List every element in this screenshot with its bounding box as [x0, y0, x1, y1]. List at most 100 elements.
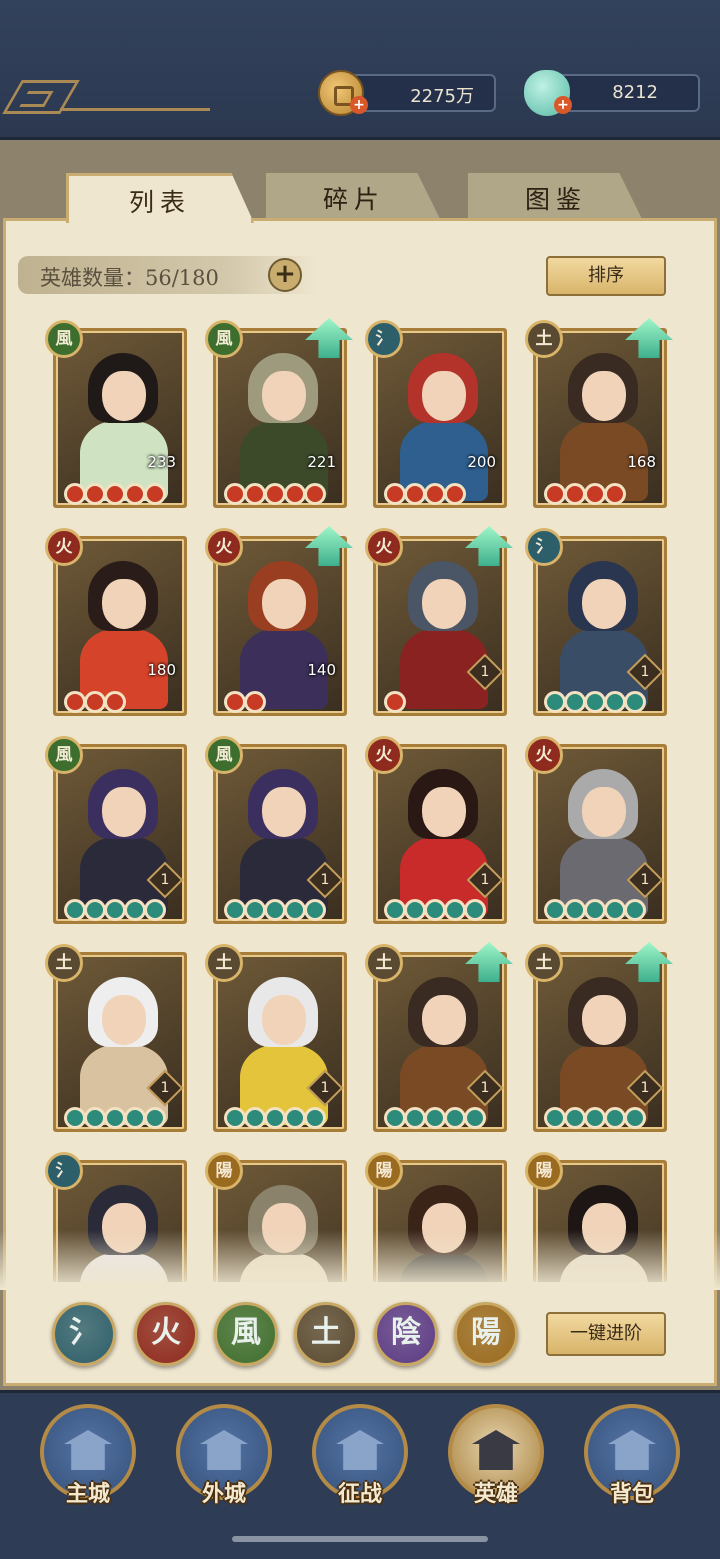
star-icon — [384, 483, 406, 505]
star-icon — [304, 899, 326, 921]
sort-button[interactable]: 排序 — [546, 256, 666, 296]
star-icon — [64, 691, 86, 713]
star-icon — [124, 483, 146, 505]
star-icon — [84, 691, 106, 713]
hero-grid[interactable]: 233 風 221 風 200 氵 168 土 180 火 140 火 1 火 1 氵 1 風 1 風 1 火 1 火 1 土 1 土… — [40, 316, 680, 1282]
hero-level: 1 — [480, 1080, 490, 1096]
star-icon — [544, 691, 566, 713]
nav-label: 英雄 — [473, 1481, 518, 1507]
star-icon — [384, 1107, 406, 1129]
star-icon — [244, 483, 266, 505]
filter-water-button[interactable]: 氵 — [52, 1302, 116, 1366]
star-icon — [264, 1107, 286, 1129]
hero-level: 233 — [147, 453, 176, 471]
fire-element-icon: 火 — [525, 736, 563, 774]
hero-star-rating — [544, 1107, 646, 1129]
hero-star-rating — [64, 483, 166, 505]
home-indicator — [232, 1536, 488, 1542]
earth-element-icon: 土 — [45, 944, 83, 982]
fire-element-icon: 火 — [45, 528, 83, 566]
hero-star-rating — [64, 691, 126, 713]
star-icon — [424, 899, 446, 921]
top-bar: 2275万 + 8212 + — [0, 0, 720, 140]
star-icon — [624, 899, 646, 921]
wind-element-icon: 風 — [45, 736, 83, 774]
filter-earth-button[interactable]: 土 — [294, 1302, 358, 1366]
yang-element-icon: 陽 — [205, 1152, 243, 1190]
hero-level: 140 — [307, 661, 336, 679]
star-icon — [604, 1107, 626, 1129]
advance-all-button[interactable]: 一键进阶 — [546, 1312, 666, 1356]
expand-hero-slots-button[interactable]: + — [268, 258, 302, 292]
star-icon — [584, 1107, 606, 1129]
star-icon — [424, 1107, 446, 1129]
star-icon — [584, 691, 606, 713]
nav-2-icon — [336, 1430, 384, 1470]
nav-label: 主城 — [65, 1481, 110, 1507]
star-icon — [604, 483, 626, 505]
hero-star-rating — [224, 483, 326, 505]
filter-yin-button[interactable]: 陰 — [374, 1302, 438, 1366]
add-coin-icon[interactable]: + — [350, 96, 368, 114]
star-icon — [544, 1107, 566, 1129]
hero-portrait — [396, 345, 490, 501]
star-icon — [244, 899, 266, 921]
water-element-icon: 氵 — [365, 320, 403, 358]
star-icon — [104, 899, 126, 921]
star-icon — [284, 1107, 306, 1129]
hero-count-label: 英雄数量：56/180 — [40, 266, 219, 290]
star-icon — [104, 1107, 126, 1129]
star-icon — [144, 899, 166, 921]
star-icon — [384, 691, 406, 713]
tab-list[interactable]: 列表 — [66, 173, 254, 223]
earth-element-icon: 土 — [525, 320, 563, 358]
star-icon — [144, 1107, 166, 1129]
hero-star-rating — [544, 483, 626, 505]
hero-level: 1 — [160, 1080, 170, 1096]
star-icon — [404, 1107, 426, 1129]
tab-fragments[interactable]: 碎片 — [266, 173, 442, 223]
filter-wind-button[interactable]: 風 — [214, 1302, 278, 1366]
star-icon — [404, 899, 426, 921]
add-jade-icon[interactable]: + — [554, 96, 572, 114]
nav-0-icon — [64, 1430, 112, 1470]
star-icon — [444, 483, 466, 505]
filter-fire-button[interactable]: 火 — [134, 1302, 198, 1366]
star-icon — [464, 1107, 486, 1129]
star-icon — [584, 483, 606, 505]
hero-star-rating — [384, 1107, 486, 1129]
header-divider-decoration — [60, 108, 210, 111]
star-icon — [244, 1107, 266, 1129]
star-icon — [224, 899, 246, 921]
star-icon — [444, 899, 466, 921]
star-icon — [124, 899, 146, 921]
hero-star-rating — [544, 691, 646, 713]
jade-amount: 8212 — [612, 82, 658, 103]
hero-level: 1 — [160, 872, 170, 888]
water-element-icon: 氵 — [525, 528, 563, 566]
star-icon — [444, 1107, 466, 1129]
hero-level: 1 — [640, 1080, 650, 1096]
star-icon — [384, 899, 406, 921]
star-icon — [624, 691, 646, 713]
grid-fade — [0, 1230, 720, 1290]
hero-level: 1 — [480, 872, 490, 888]
earth-element-icon: 土 — [205, 944, 243, 982]
yang-element-icon: 陽 — [525, 1152, 563, 1190]
star-icon — [64, 483, 86, 505]
star-icon — [604, 691, 626, 713]
nav-1-icon — [200, 1430, 248, 1470]
fire-element-icon: 火 — [365, 736, 403, 774]
star-icon — [564, 899, 586, 921]
nav-label: 外城 — [201, 1481, 246, 1507]
filter-yang-button[interactable]: 陽 — [454, 1302, 518, 1366]
hero-star-rating — [384, 483, 466, 505]
star-icon — [144, 483, 166, 505]
star-icon — [544, 483, 566, 505]
hero-star-rating — [224, 691, 266, 713]
star-icon — [84, 1107, 106, 1129]
hero-star-rating — [384, 899, 486, 921]
tab-codex[interactable]: 图鉴 — [468, 173, 644, 223]
nav-4-icon — [608, 1430, 656, 1470]
star-icon — [284, 483, 306, 505]
